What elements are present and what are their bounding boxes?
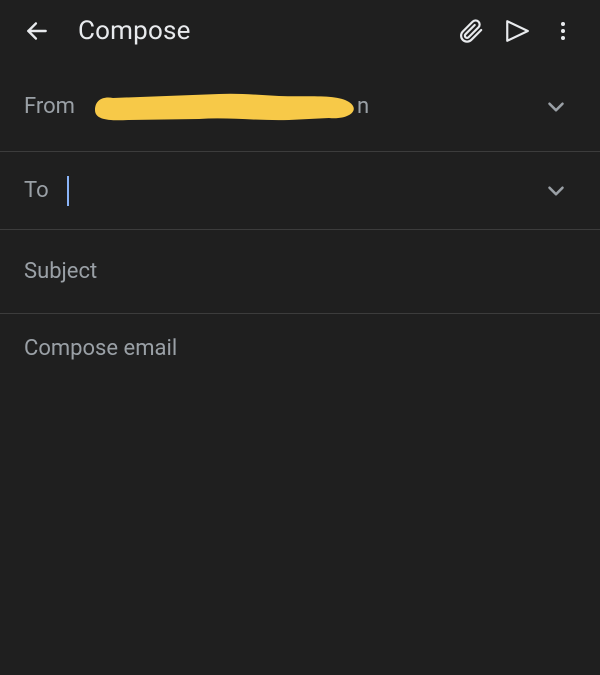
attach-button[interactable] [448,8,494,54]
from-redacted: n [89,92,369,122]
send-icon [504,18,530,44]
compose-header: Compose [0,0,600,62]
body-input[interactable] [24,336,576,675]
more-vertical-icon [551,19,575,43]
subject-input[interactable] [24,259,576,284]
from-label: From [24,94,75,119]
from-row[interactable]: From n [0,62,600,152]
chevron-down-icon [543,94,569,120]
to-row[interactable]: To [0,152,600,230]
back-button[interactable] [14,8,60,54]
subject-row[interactable] [0,230,600,314]
arrow-left-icon [24,18,50,44]
to-label: To [24,178,49,203]
body-area[interactable] [0,314,600,675]
to-field-wrapper [67,152,536,229]
redaction-highlight-icon [89,90,389,124]
more-button[interactable] [540,8,586,54]
chevron-down-icon [543,178,569,204]
from-value: n [89,62,536,151]
send-button[interactable] [494,8,540,54]
paperclip-icon [458,18,484,44]
from-expand-button[interactable] [536,94,576,120]
from-trailing-text: n [357,94,369,119]
to-expand-button[interactable] [536,178,576,204]
compose-title: Compose [78,16,448,46]
to-input[interactable] [69,178,536,203]
